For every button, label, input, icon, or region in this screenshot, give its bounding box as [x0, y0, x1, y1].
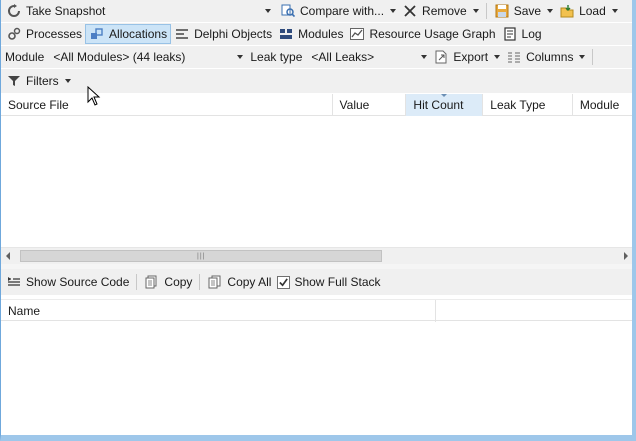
mouse-cursor-icon — [87, 86, 101, 106]
toolbar-separator — [485, 3, 487, 19]
leak-type-select-value: <All Leaks> — [311, 50, 375, 64]
tab-processes[interactable]: Processes — [3, 24, 85, 44]
tab-modules[interactable]: Modules — [275, 24, 346, 44]
module-select[interactable]: <All Modules> (44 leaks) — [50, 48, 247, 66]
take-snapshot-dropdown-icon[interactable] — [265, 9, 271, 13]
tab-resource-usage-graph-label: Resource Usage Graph — [369, 27, 496, 41]
leak-viewer-window: Take Snapshot Compare with... Remove Sav… — [0, 0, 636, 441]
allocations-table-body — [1, 117, 632, 247]
tab-modules-label: Modules — [298, 27, 344, 41]
leak-type-chevron-down-icon — [421, 55, 428, 59]
save-dropdown-icon — [547, 9, 554, 13]
refresh-icon — [6, 3, 22, 19]
save-button[interactable]: Save — [491, 1, 556, 21]
allocations-icon — [89, 26, 105, 42]
column-header-name[interactable]: Name — [1, 300, 437, 322]
tab-delphi-objects-label: Delphi Objects — [194, 27, 273, 41]
show-full-stack-checkbox[interactable] — [277, 275, 291, 289]
copy-all-label: Copy All — [227, 275, 272, 289]
checkmark-icon — [279, 277, 289, 287]
copy-icon — [144, 274, 160, 290]
toolbar-separator — [136, 274, 138, 290]
filters-button[interactable]: Filters — [3, 71, 74, 91]
view-tabs: Processes Allocations Delphi Objects Mod… — [1, 23, 632, 45]
save-label: Save — [513, 4, 542, 18]
delphi-objects-icon — [174, 26, 190, 42]
module-label: Module — [5, 50, 45, 64]
show-source-code-button[interactable]: Show Source Code — [3, 272, 132, 292]
grip-icon: ||| — [197, 253, 206, 260]
tab-allocations[interactable]: Allocations — [85, 24, 172, 44]
load-label: Load — [579, 4, 606, 18]
copy-all-icon — [207, 274, 223, 290]
module-select-value: <All Modules> (44 leaks) — [53, 50, 186, 64]
source-code-icon — [6, 274, 22, 290]
leak-type-label: Leak type — [250, 50, 303, 64]
scroll-right-icon[interactable] — [624, 252, 628, 260]
filters-dropdown-icon — [64, 79, 71, 83]
column-header-source-file[interactable]: Source File — [1, 94, 333, 116]
column-header-blank — [436, 300, 632, 322]
column-header-hit-count[interactable]: Hit Count — [406, 94, 484, 116]
tab-processes-label: Processes — [26, 27, 83, 41]
copy-all-button[interactable]: Copy All — [204, 272, 274, 292]
module-select-chevron-down-icon — [237, 55, 244, 59]
main-toolbar: Take Snapshot Compare with... Remove Sav… — [1, 0, 632, 22]
compare-dropdown-icon — [390, 9, 397, 13]
load-dropdown-icon — [611, 9, 618, 13]
tab-log[interactable]: Log — [499, 24, 545, 44]
tab-resource-usage-graph[interactable]: Resource Usage Graph — [346, 24, 498, 44]
export-label: Export — [453, 50, 489, 64]
export-button[interactable]: Export — [430, 47, 503, 67]
compare-with-label: Compare with... — [300, 4, 385, 18]
take-snapshot-button[interactable]: Take Snapshot — [3, 1, 265, 21]
remove-label: Remove — [422, 4, 467, 18]
copy-label: Copy — [164, 275, 193, 289]
sort-descending-icon — [441, 94, 448, 97]
stack-table-body — [1, 322, 632, 430]
toolbar-separator — [592, 49, 594, 65]
column-header-value[interactable]: Value — [333, 94, 407, 116]
copy-button[interactable]: Copy — [141, 272, 195, 292]
scrollbar-thumb[interactable]: ||| — [20, 250, 382, 262]
funnel-icon — [6, 73, 22, 89]
column-header-leak-type[interactable]: Leak Type — [483, 94, 573, 116]
leak-type-select[interactable]: <All Leaks> — [308, 48, 431, 66]
remove-dropdown-icon — [472, 9, 479, 13]
stack-table-header: Name — [1, 299, 632, 322]
load-folder-icon — [559, 3, 575, 19]
allocations-horizontal-scrollbar[interactable]: ||| — [1, 247, 632, 264]
tab-allocations-label: Allocations — [109, 27, 168, 41]
log-icon — [502, 26, 518, 42]
tab-log-label: Log — [521, 27, 542, 41]
modules-icon — [278, 26, 294, 42]
processes-icon — [6, 26, 22, 42]
compare-icon — [280, 3, 296, 19]
columns-label: Columns — [526, 50, 574, 64]
tab-delphi-objects[interactable]: Delphi Objects — [171, 24, 275, 44]
show-source-code-label: Show Source Code — [26, 275, 130, 289]
toolbar-separator — [199, 274, 201, 290]
columns-dropdown-icon — [579, 55, 586, 59]
columns-button[interactable]: Columns — [503, 47, 588, 67]
column-header-module[interactable]: Module — [573, 94, 632, 116]
show-full-stack-label: Show Full Stack — [294, 275, 381, 289]
compare-with-button[interactable]: Compare with... — [277, 1, 399, 21]
save-disk-icon — [494, 3, 510, 19]
load-button[interactable]: Load — [556, 1, 621, 21]
filter-options-bar: Module <All Modules> (44 leaks) Leak typ… — [1, 46, 632, 68]
scroll-left-icon[interactable] — [6, 252, 10, 260]
export-dropdown-icon — [494, 55, 501, 59]
remove-x-icon — [402, 3, 418, 19]
filters-label: Filters — [26, 74, 59, 88]
stack-toolbar: Show Source Code Copy Copy All Show Full… — [1, 269, 632, 295]
graph-icon — [349, 26, 365, 42]
export-icon — [433, 49, 449, 65]
remove-button[interactable]: Remove — [399, 1, 482, 21]
columns-icon — [506, 49, 522, 65]
take-snapshot-label: Take Snapshot — [26, 4, 106, 18]
show-full-stack-toggle[interactable]: Show Full Stack — [274, 272, 383, 292]
